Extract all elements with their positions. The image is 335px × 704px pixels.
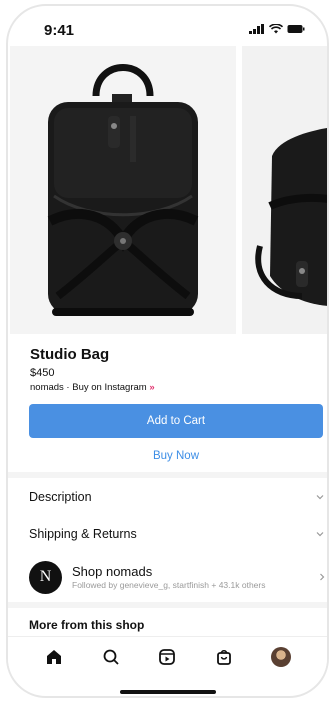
battery-icon (287, 25, 305, 33)
shipping-label: Shipping & Returns (29, 527, 137, 541)
product-image-front[interactable] (10, 46, 236, 334)
home-icon (47, 649, 62, 664)
tab-shop[interactable] (212, 645, 236, 669)
tab-bar (8, 636, 327, 676)
tab-reels[interactable] (155, 645, 179, 669)
shipping-returns-row[interactable]: Shipping & Returns (29, 521, 325, 547)
product-title: Studio Bag (30, 346, 110, 363)
shop-icon (217, 649, 231, 665)
chevron-down-icon (316, 495, 324, 500)
add-to-cart-button[interactable]: Add to Cart (29, 404, 323, 438)
phone-frame: 9:41 Studio Bag $450 nomads · Buy on Ins… (6, 4, 329, 698)
tab-home[interactable] (42, 645, 66, 669)
signal-icon (249, 24, 264, 34)
chevron-right-icon (320, 573, 325, 581)
product-image-side[interactable] (242, 46, 327, 334)
shop-row[interactable]: N Shop nomads Followed by genevieve_g, s… (29, 559, 327, 595)
backpack-front-image (47, 64, 199, 316)
seller-arrow-icon: » (149, 382, 155, 393)
status-time: 9:41 (44, 22, 75, 39)
shop-text: Shop nomads Followed by genevieve_g, sta… (72, 564, 317, 590)
product-price: $450 (30, 367, 55, 379)
home-indicator (120, 690, 216, 694)
tab-profile[interactable] (269, 645, 293, 669)
seller-link[interactable]: nomads · Buy on Instagram » (30, 382, 155, 393)
status-bar: 9:41 (8, 6, 327, 50)
product-info: Studio Bag $450 nomads · Buy on Instagra… (30, 346, 155, 393)
more-from-shop-heading: More from this shop (29, 618, 145, 632)
search-icon (103, 649, 119, 665)
buy-now-button[interactable]: Buy Now (29, 442, 323, 470)
description-label: Description (29, 490, 92, 504)
reels-icon (159, 648, 176, 665)
section-divider (8, 602, 327, 608)
profile-avatar (270, 646, 291, 667)
chevron-down-icon (316, 532, 324, 537)
description-row[interactable]: Description (29, 484, 325, 510)
section-divider (8, 472, 327, 478)
product-image-carousel[interactable] (10, 46, 327, 336)
status-icons (249, 24, 305, 34)
shop-avatar: N (29, 560, 62, 594)
tab-search[interactable] (99, 645, 123, 669)
shop-followers: Followed by genevieve_g, startfinish + 4… (72, 580, 266, 590)
seller-text: nomads · Buy on Instagram (30, 382, 147, 393)
shop-name: Shop nomads (72, 564, 153, 579)
wifi-icon (269, 24, 283, 34)
backpack-side-image (255, 128, 327, 306)
